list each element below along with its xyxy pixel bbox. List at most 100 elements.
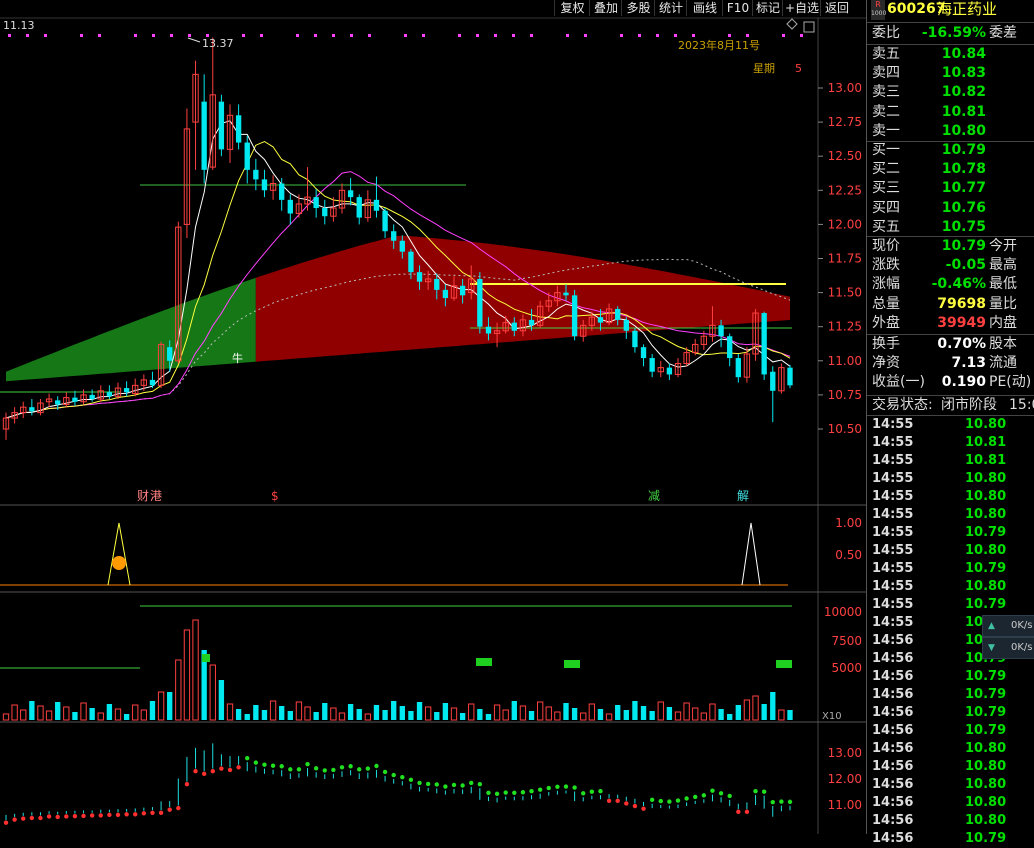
volume-bar-down xyxy=(347,704,354,720)
sub-axis-label: 11.00 xyxy=(828,798,862,812)
signal-dot xyxy=(134,34,137,37)
sar-dot xyxy=(529,789,534,794)
sar-dot xyxy=(133,812,138,817)
tick-time: 14:55 xyxy=(872,435,914,450)
stat2-row-right-label: 股本 xyxy=(989,336,1017,352)
sar-dot xyxy=(46,814,52,819)
vol-axis-label: 5000 xyxy=(831,661,862,675)
volume-bar-down xyxy=(356,709,362,720)
tick-time: 14:55 xyxy=(872,615,914,630)
tick-row: 14:55 10.80 xyxy=(867,542,1034,560)
volume-bar-down xyxy=(399,706,405,720)
volume-bar-down xyxy=(511,701,517,720)
divider xyxy=(867,22,1034,23)
toolbar-item-7[interactable]: +自选 xyxy=(782,0,821,16)
tick-price: 10.79 xyxy=(965,705,1007,720)
price-axis-label: 13.00 xyxy=(828,81,862,95)
tick-price: 10.80 xyxy=(965,471,1007,486)
stat-row-value: 39949 xyxy=(937,314,986,331)
osc-spike xyxy=(107,522,131,586)
volume-bar-down xyxy=(649,711,655,720)
stat-row: 现价 10.79 今开 xyxy=(867,237,1034,256)
volume-bar-down xyxy=(72,712,78,720)
candle-body-down xyxy=(261,179,268,191)
tick-row: 14:55 10.79 xyxy=(867,560,1034,578)
volume-bar-up xyxy=(330,707,337,721)
tick-price: 10.80 xyxy=(965,543,1007,558)
volume-bar-down xyxy=(382,710,388,720)
stat-row-value: -0.46% xyxy=(931,276,986,293)
tick-row: 14:55 10.81 xyxy=(867,434,1034,452)
toolbar-item-3[interactable]: 统计 xyxy=(654,0,687,16)
sar-dot xyxy=(150,810,155,815)
tick-time: 14:55 xyxy=(872,507,914,522)
toolbar-item-8[interactable]: 返回 xyxy=(820,0,853,16)
tick-time: 14:56 xyxy=(872,759,914,774)
price-axis-label: 11.25 xyxy=(828,320,862,334)
ask-row-label: 卖四 xyxy=(872,65,900,82)
price-axis-label: 12.75 xyxy=(828,115,862,129)
volume-bar-down xyxy=(149,701,156,720)
sar-dot xyxy=(434,782,439,787)
tick-time: 14:56 xyxy=(872,741,914,756)
tick-time: 14:55 xyxy=(872,417,914,432)
ask-row: 卖五 10.84 xyxy=(867,45,1034,64)
vol-axis-label: 7500 xyxy=(831,634,862,648)
bid-row-value: 10.76 xyxy=(941,199,986,216)
kline-chart[interactable]: 13.00 12.75 12.50 12.25 12.00 11.75 11.50 11.25… xyxy=(0,0,866,834)
stat-row: 涨跌 -0.05 最高 xyxy=(867,256,1034,275)
volume-bar-down xyxy=(55,702,61,720)
stat2-row: 收益(一) 0.190 PE(动) xyxy=(867,373,1034,392)
sar-dot xyxy=(727,793,732,799)
toolbar-item-6[interactable]: 标记 xyxy=(752,0,783,16)
tick-time: 14:56 xyxy=(872,777,914,792)
volume-bar-down xyxy=(287,711,293,720)
volume-bar-up xyxy=(97,712,104,721)
tick-time: 14:56 xyxy=(872,633,914,648)
candle-body-down xyxy=(313,197,319,209)
volume-bar-down xyxy=(735,705,741,720)
toolbar-item-1[interactable]: 叠加 xyxy=(589,0,622,16)
stat-row: 总量 79698 量比 xyxy=(867,295,1034,314)
sar-dot xyxy=(649,797,655,802)
volume-bar-down xyxy=(563,703,569,720)
maximize-icon xyxy=(803,21,815,33)
volume-bar-down xyxy=(770,692,776,720)
sar-dot xyxy=(417,780,422,786)
toolbar-item-2[interactable]: 多股 xyxy=(621,0,655,16)
candle-body-down xyxy=(718,325,724,337)
candle-body-down xyxy=(167,347,173,361)
tick-time: 14:56 xyxy=(872,831,914,846)
tick-row: 14:56 10.80 xyxy=(867,758,1034,776)
volume-bar-down xyxy=(459,713,466,720)
tick-time: 14:56 xyxy=(872,813,914,828)
toolbar-item-5[interactable]: F10 xyxy=(722,0,753,16)
arrow-up-icon: ▲ xyxy=(988,621,995,631)
volume-bar-up xyxy=(752,695,759,721)
candle-body-down xyxy=(597,317,604,323)
tick-price: 10.79 xyxy=(965,525,1007,540)
stat-row-right-label: 内盘 xyxy=(989,314,1017,331)
candle-body-down xyxy=(727,336,733,359)
volume-bar-down xyxy=(718,709,724,720)
volume-bar-down xyxy=(123,714,130,720)
sar-dot xyxy=(555,784,560,789)
sar-dot xyxy=(193,769,198,774)
candle-body-down xyxy=(408,251,414,273)
volume-bar-up xyxy=(114,708,122,721)
trade-state-time: 15:0 xyxy=(1009,397,1034,413)
diamond-icon xyxy=(786,18,798,30)
sar-dot xyxy=(779,799,784,804)
volume-bar-up xyxy=(468,703,475,721)
tick-row: 14:55 10.80 xyxy=(867,578,1034,596)
tick-time: 14:55 xyxy=(872,453,914,468)
signal-dot xyxy=(44,34,47,37)
signal-dot xyxy=(242,34,245,37)
candle-body-down xyxy=(571,295,578,337)
signal-dot xyxy=(620,34,623,37)
sar-dot xyxy=(761,789,767,794)
toolbar-item-0[interactable]: 复权 xyxy=(554,0,590,16)
tick-time: 14:55 xyxy=(872,579,914,594)
toolbar-item-4[interactable]: 画线 xyxy=(686,0,723,16)
volume-bar-up xyxy=(605,713,613,721)
